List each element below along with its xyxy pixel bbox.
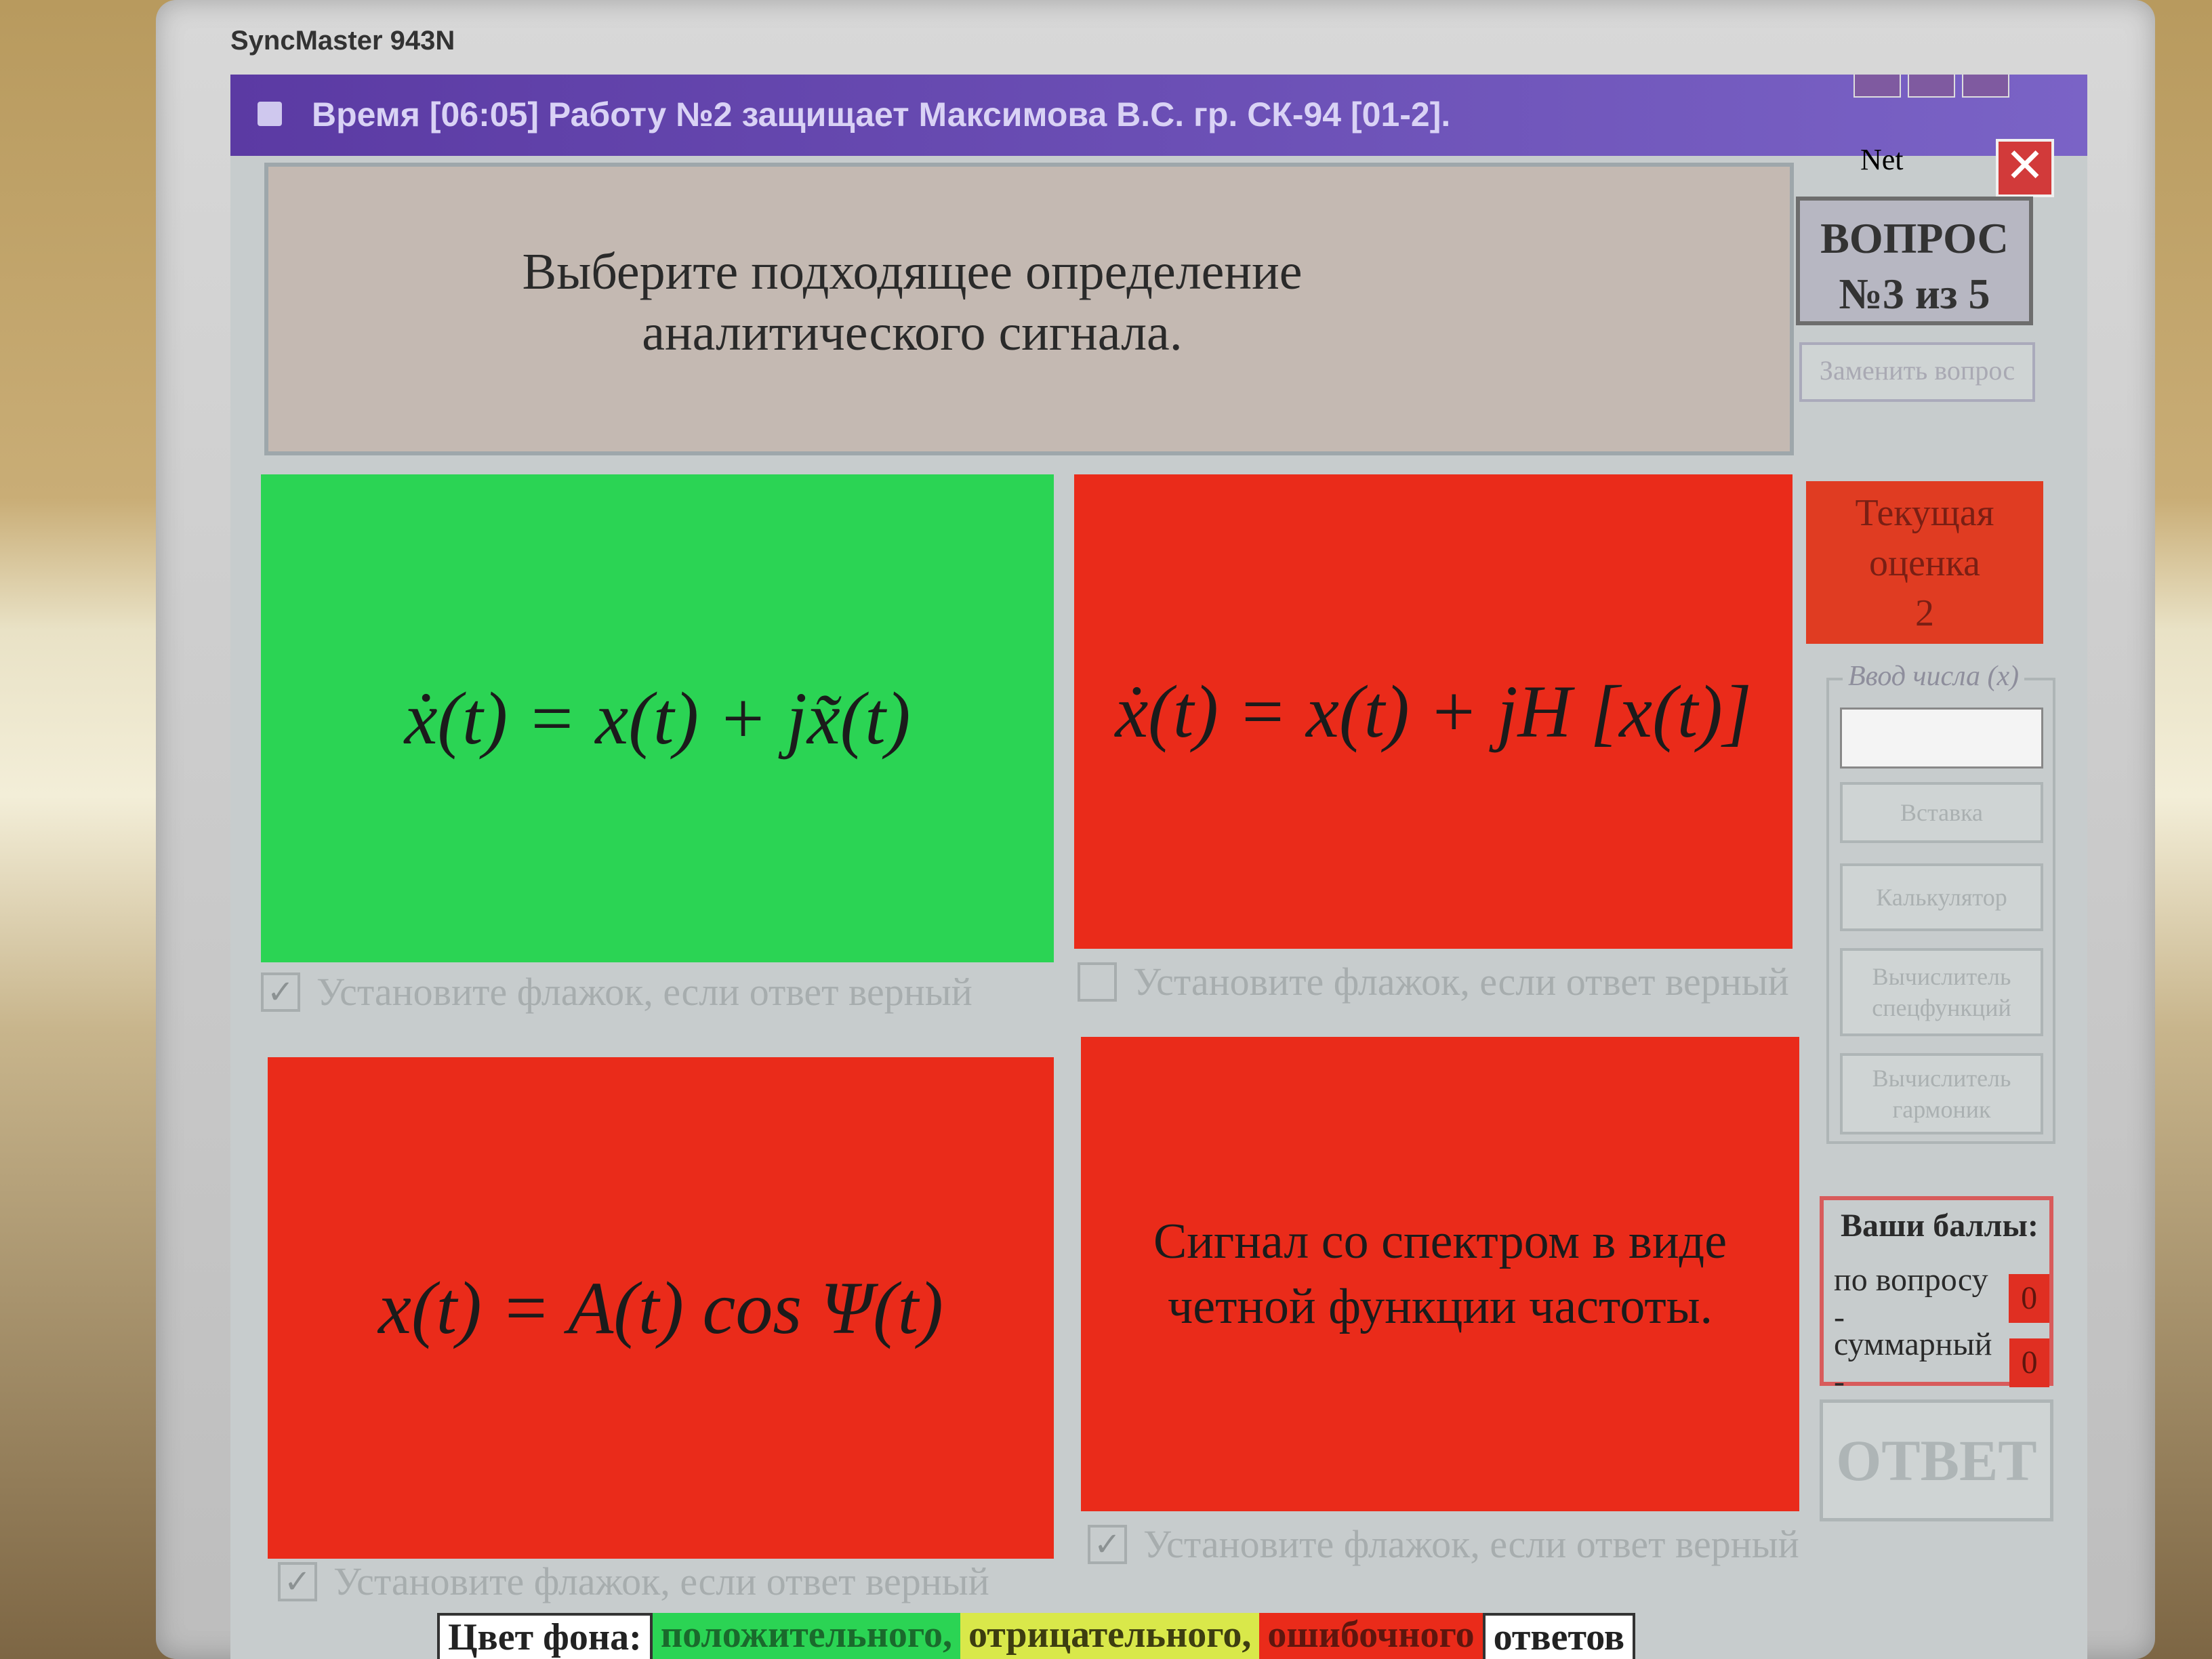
answer-option-1[interactable]: ẋ(t) = x(t) + jx̃(t) xyxy=(261,474,1054,962)
question-counter: ВОПРОС №3 из 5 xyxy=(1796,197,2033,325)
monitor-brand: SyncMaster 943N xyxy=(230,26,455,56)
score-total-label: суммарный - xyxy=(1834,1326,1992,1399)
question-counter-number: №3 из 5 xyxy=(1839,270,1990,318)
tray-icon xyxy=(1962,75,2009,98)
number-input-legend: Ввод числа (x) xyxy=(1843,660,2025,693)
checkbox-label: Установите флажок, если ответ верный xyxy=(1133,960,1789,1004)
answer-checkbox-3[interactable]: ✓ Установите флажок, если ответ верный xyxy=(278,1559,989,1604)
close-button[interactable]: ✕ xyxy=(1996,139,2054,197)
app-icon xyxy=(258,102,282,126)
replace-question-button[interactable]: Заменить вопрос xyxy=(1799,342,2035,402)
legend-negative: отрицательного, xyxy=(960,1613,1260,1659)
scores-header: Ваши баллы: xyxy=(1841,1208,2039,1244)
app-screen: Время [06:05] Работу №2 защищает Максимо… xyxy=(230,75,2087,1659)
legend-positive: положительного, xyxy=(652,1613,960,1659)
number-input[interactable] xyxy=(1840,708,2043,769)
answer-option-4[interactable]: Сигнал со спектром в виде четной функции… xyxy=(1081,1037,1799,1511)
question-box: Выберите подходящее определение аналитич… xyxy=(264,163,1794,455)
net-label: Net xyxy=(1860,143,1904,176)
grade-label-line1: Текущая xyxy=(1855,492,1994,534)
tray-icons xyxy=(1853,75,2009,98)
question-counter-title: ВОПРОС xyxy=(1820,214,2009,262)
number-input-group: Ввод числа (x) Вставка Калькулятор Вычис… xyxy=(1826,660,2055,1144)
submit-answer-button[interactable]: ОТВЕТ xyxy=(1820,1399,2053,1521)
window-title: Время [06:05] Работу №2 защищает Максимо… xyxy=(312,96,1451,134)
answer-formula: ẋ(t) = x(t) + jH [x(t)] xyxy=(1115,670,1752,753)
checkbox-unchecked-icon[interactable] xyxy=(1078,962,1117,1002)
checkbox-label: Установите флажок, если ответ верный xyxy=(316,970,972,1014)
checkbox-checked-icon[interactable]: ✓ xyxy=(261,972,300,1012)
legend-wrong: ошибочного xyxy=(1259,1613,1483,1659)
answer-option-2[interactable]: ẋ(t) = x(t) + jH [x(t)] xyxy=(1074,474,1793,949)
score-per-question-value: 0 xyxy=(2009,1274,2049,1323)
score-total: суммарный - 0 xyxy=(1834,1326,2049,1400)
checkbox-label: Установите флажок, если ответ верный xyxy=(1143,1522,1799,1566)
checkbox-checked-icon[interactable]: ✓ xyxy=(1088,1524,1127,1564)
grade-label-line2: оценка xyxy=(1868,542,1980,584)
calculator-button[interactable]: Калькулятор xyxy=(1840,863,2043,931)
window-titlebar: Время [06:05] Работу №2 защищает Максимо… xyxy=(230,75,2087,156)
legend-prefix: Цвет фона: xyxy=(437,1613,653,1659)
color-legend: Цвет фона: положительного, отрицательног… xyxy=(437,1613,1636,1659)
legend-suffix: ответов xyxy=(1482,1613,1636,1659)
harmonics-button[interactable]: Вычислитель гармоник xyxy=(1840,1053,2043,1134)
answer-formula: x(t) = A(t) cos Ψ(t) xyxy=(378,1266,943,1349)
tray-icon xyxy=(1853,75,1901,98)
answer-text: Сигнал со спектром в виде четной функции… xyxy=(1153,1214,1727,1334)
score-total-value: 0 xyxy=(2009,1338,2049,1387)
question-text: Выберите подходящее определение аналитич… xyxy=(522,243,1303,361)
grade-value: 2 xyxy=(1915,592,1934,634)
scores-panel: Ваши баллы: по вопросу - 0 суммарный - 0 xyxy=(1820,1196,2053,1399)
answer-formula: ẋ(t) = x(t) + jx̃(t) xyxy=(404,676,911,760)
score-per-question-label: по вопросу - xyxy=(1834,1262,1988,1335)
insert-button[interactable]: Вставка xyxy=(1840,782,2043,843)
answer-option-3[interactable]: x(t) = A(t) cos Ψ(t) xyxy=(268,1057,1054,1559)
answer-checkbox-4[interactable]: ✓ Установите флажок, если ответ верный xyxy=(1088,1521,1799,1567)
checkbox-label: Установите флажок, если ответ верный xyxy=(333,1559,989,1603)
current-grade: Текущая оценка 2 xyxy=(1806,481,2043,644)
checkbox-checked-icon[interactable]: ✓ xyxy=(278,1561,317,1601)
tray-icon xyxy=(1908,75,1955,98)
answer-checkbox-2[interactable]: Установите флажок, если ответ верный xyxy=(1078,959,1789,1004)
special-functions-button[interactable]: Вычислитель спецфункций xyxy=(1840,948,2043,1036)
score-per-question: по вопросу - 0 xyxy=(1834,1261,2049,1336)
answer-checkbox-1[interactable]: ✓ Установите флажок, если ответ верный xyxy=(261,969,972,1015)
